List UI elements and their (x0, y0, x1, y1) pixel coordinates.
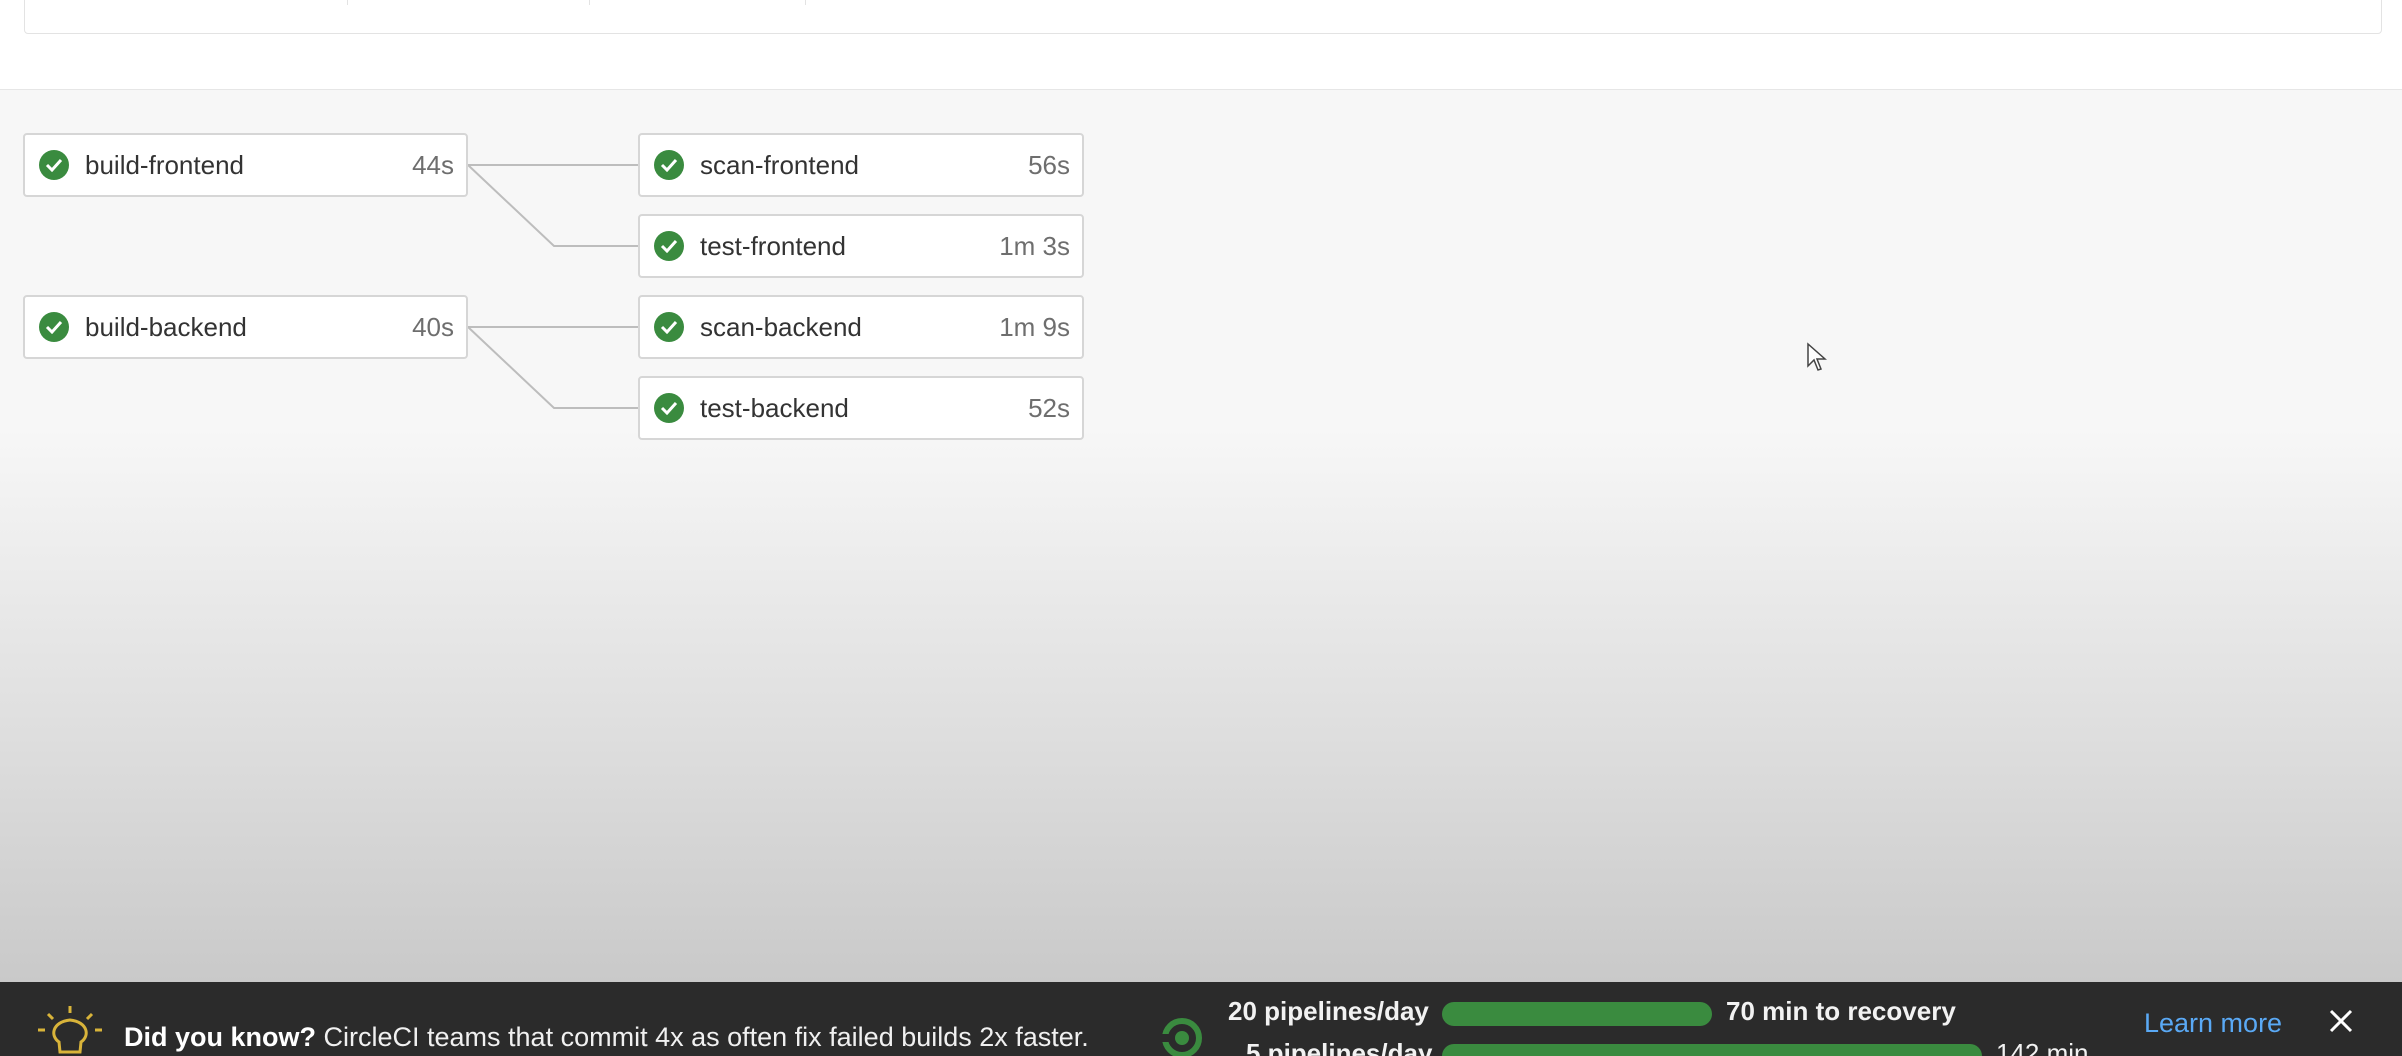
job-name: test-frontend (700, 230, 846, 261)
lightbulb-icon (38, 1006, 102, 1054)
did-you-know-heading: Did you know? (124, 1022, 316, 1052)
job-name: scan-frontend (700, 149, 859, 180)
job-build-backend[interactable]: build-backend 40s (23, 295, 468, 359)
success-check-icon (39, 150, 69, 180)
success-check-icon (654, 393, 684, 423)
job-duration: 56s (1028, 149, 1070, 180)
success-check-icon (39, 312, 69, 342)
stat-low-frequency-label: 5 pipelines/day (1246, 1038, 1433, 1056)
job-duration: 1m 3s (999, 230, 1070, 261)
job-name: test-backend (700, 392, 849, 423)
circleci-logo-icon (1160, 1018, 1202, 1056)
edge-build-frontend-test-frontend (467, 164, 638, 247)
job-name: build-frontend (85, 149, 244, 180)
learn-more-link[interactable]: Learn more (2144, 1008, 2282, 1039)
job-scan-frontend[interactable]: scan-frontend 56s (638, 133, 1084, 197)
job-test-frontend[interactable]: test-frontend 1m 3s (638, 214, 1084, 278)
stat-high-frequency-label: 20 pipelines/day (1228, 996, 1429, 1026)
job-scan-backend[interactable]: scan-backend 1m 9s (638, 295, 1084, 359)
job-duration: 40s (412, 311, 454, 342)
job-name: scan-backend (700, 311, 862, 342)
did-you-know-message: CircleCI teams that commit 4x as often f… (316, 1022, 1089, 1052)
did-you-know-banner: Did you know? CircleCI teams that commit… (0, 982, 2402, 1056)
job-test-backend[interactable]: test-backend 52s (638, 376, 1084, 440)
did-you-know-text: Did you know? CircleCI teams that commit… (124, 1022, 1089, 1053)
stat-low-frequency-bar (1442, 1044, 1982, 1056)
job-duration: 52s (1028, 392, 1070, 423)
stat-high-frequency-bar (1442, 1002, 1712, 1026)
stat-high-frequency-result: 70 min to recovery (1726, 996, 1956, 1026)
job-duration: 1m 9s (999, 311, 1070, 342)
success-check-icon (654, 150, 684, 180)
stat-low-frequency-result: 142 min (1996, 1038, 2089, 1056)
success-check-icon (654, 312, 684, 342)
edge-build-backend-test-backend (467, 326, 638, 409)
close-icon[interactable] (2328, 1008, 2354, 1034)
job-duration: 44s (412, 149, 454, 180)
mouse-cursor-icon (1807, 342, 1827, 371)
success-check-icon (654, 231, 684, 261)
job-build-frontend[interactable]: build-frontend 44s (23, 133, 468, 197)
job-name: build-backend (85, 311, 247, 342)
